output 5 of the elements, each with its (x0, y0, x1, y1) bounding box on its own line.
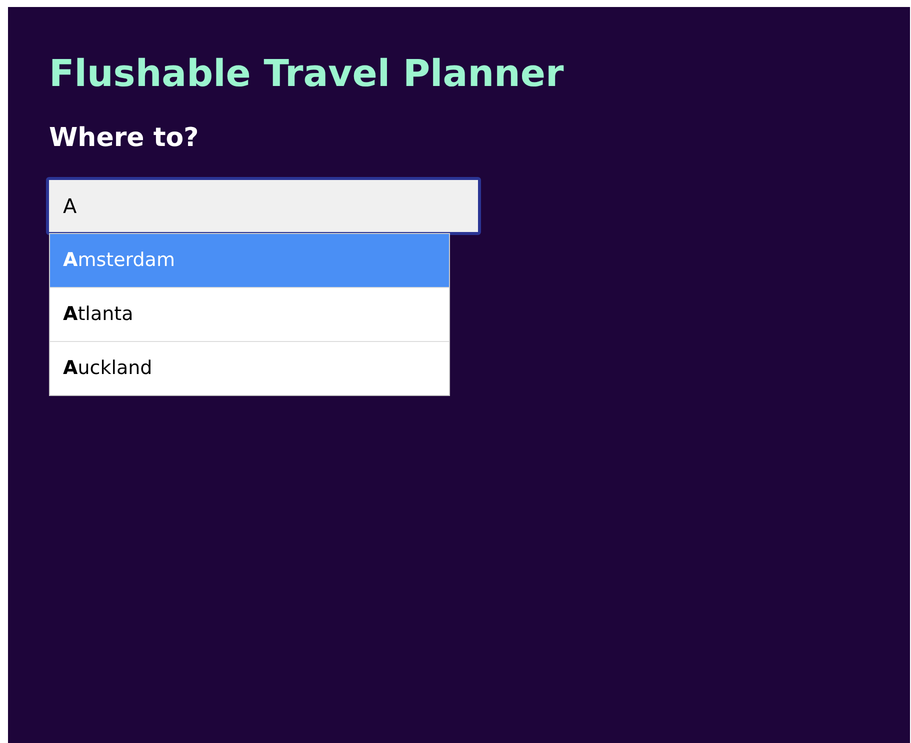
suggestion-item[interactable]: Auckland (50, 341, 449, 395)
search-field[interactable]: A (46, 177, 481, 235)
app-title: Flushable Travel Planner (49, 51, 565, 97)
section-heading: Where to? (49, 122, 200, 155)
suggestion-item[interactable]: Atlanta (50, 287, 449, 341)
